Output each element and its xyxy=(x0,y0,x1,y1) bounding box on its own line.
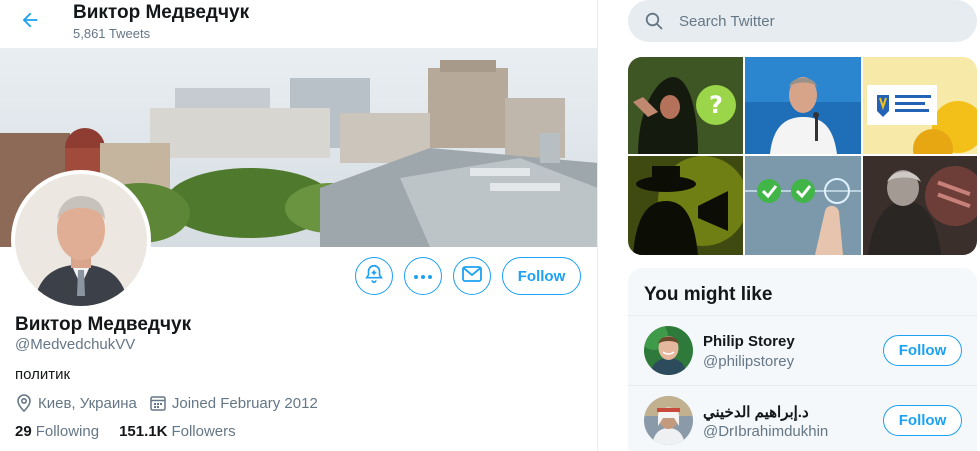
suggested-user-handle: @philipstorey xyxy=(703,353,795,370)
profile-handle: @MedvedchukVV xyxy=(15,336,136,353)
profile-joined-date: Joined February 2012 xyxy=(171,394,318,412)
svg-text:?: ? xyxy=(709,91,723,119)
suggested-user-row[interactable]: Philip Storey @philipstorey Follow xyxy=(628,315,977,385)
followers-link[interactable]: 151.1K Followers xyxy=(119,423,236,440)
suggested-user-follow-button[interactable]: Follow xyxy=(883,405,962,436)
bell-plus-icon xyxy=(363,263,385,290)
suggested-user-name: د.إبراهيم الدخيني xyxy=(703,404,809,421)
search-box[interactable] xyxy=(628,0,977,42)
profile-stats: 29 Following 151.1K Followers xyxy=(15,423,256,440)
follow-button[interactable]: Follow xyxy=(502,257,581,295)
more-dots-icon xyxy=(413,267,433,285)
arrow-left-icon xyxy=(19,9,41,36)
media-tile-shadow-megaphone[interactable] xyxy=(628,156,743,255)
header-tweet-count: 5,861 Tweets xyxy=(73,26,151,41)
profile-actions: Follow xyxy=(0,257,597,297)
followers-count: 151.1K xyxy=(119,423,168,440)
calendar-icon xyxy=(149,394,167,412)
profile-location: Киев, Украина xyxy=(38,394,137,412)
profile-display-name: Виктор Медведчук xyxy=(15,314,192,335)
following-link[interactable]: 29 Following xyxy=(15,423,99,440)
media-gallery: ? xyxy=(628,57,977,255)
search-icon xyxy=(645,11,665,31)
profile-header-bar: Виктор Медведчук 5,861 Tweets xyxy=(0,0,597,48)
suggested-user-avatar[interactable] xyxy=(644,326,693,375)
following-count: 29 xyxy=(15,423,32,440)
suggested-user-handle: @DrIbrahimdukhin xyxy=(703,423,829,440)
media-tile-checkmarks[interactable] xyxy=(745,156,861,255)
envelope-icon xyxy=(462,265,482,287)
media-tile-elderly-man[interactable] xyxy=(863,156,977,255)
header-display-name: Виктор Медведчук xyxy=(73,2,250,23)
back-button[interactable] xyxy=(14,6,46,38)
message-button[interactable] xyxy=(453,257,491,295)
following-label: Following xyxy=(35,423,100,440)
notifications-button[interactable] xyxy=(355,257,393,295)
suggested-user-name: Philip Storey xyxy=(703,333,795,350)
suggested-user-row[interactable]: د.إبراهيم الدخيني @DrIbrahimdukhin Follo… xyxy=(628,385,977,451)
profile-column: Виктор Медведчук 5,861 Tweets Follow Вик… xyxy=(0,0,598,451)
sidebar: ? xyxy=(628,0,980,451)
more-button[interactable] xyxy=(404,257,442,295)
who-to-follow-title: You might like xyxy=(644,284,773,305)
location-pin-icon xyxy=(15,394,33,412)
profile-meta: Киев, Украина Joined February 2012 xyxy=(15,394,318,412)
suggested-user-avatar[interactable] xyxy=(644,396,693,445)
followers-label: Followers xyxy=(171,423,236,440)
media-tile-hooded-figure[interactable]: ? xyxy=(628,57,743,154)
suggested-user-follow-button[interactable]: Follow xyxy=(883,335,962,366)
search-input[interactable] xyxy=(679,12,959,30)
who-to-follow-panel: You might like Philip Storey @philipstor… xyxy=(628,268,977,451)
media-tile-speaker-podium[interactable] xyxy=(745,57,861,154)
profile-bio: политик xyxy=(15,366,71,383)
media-tile-independence-day[interactable] xyxy=(863,57,977,154)
